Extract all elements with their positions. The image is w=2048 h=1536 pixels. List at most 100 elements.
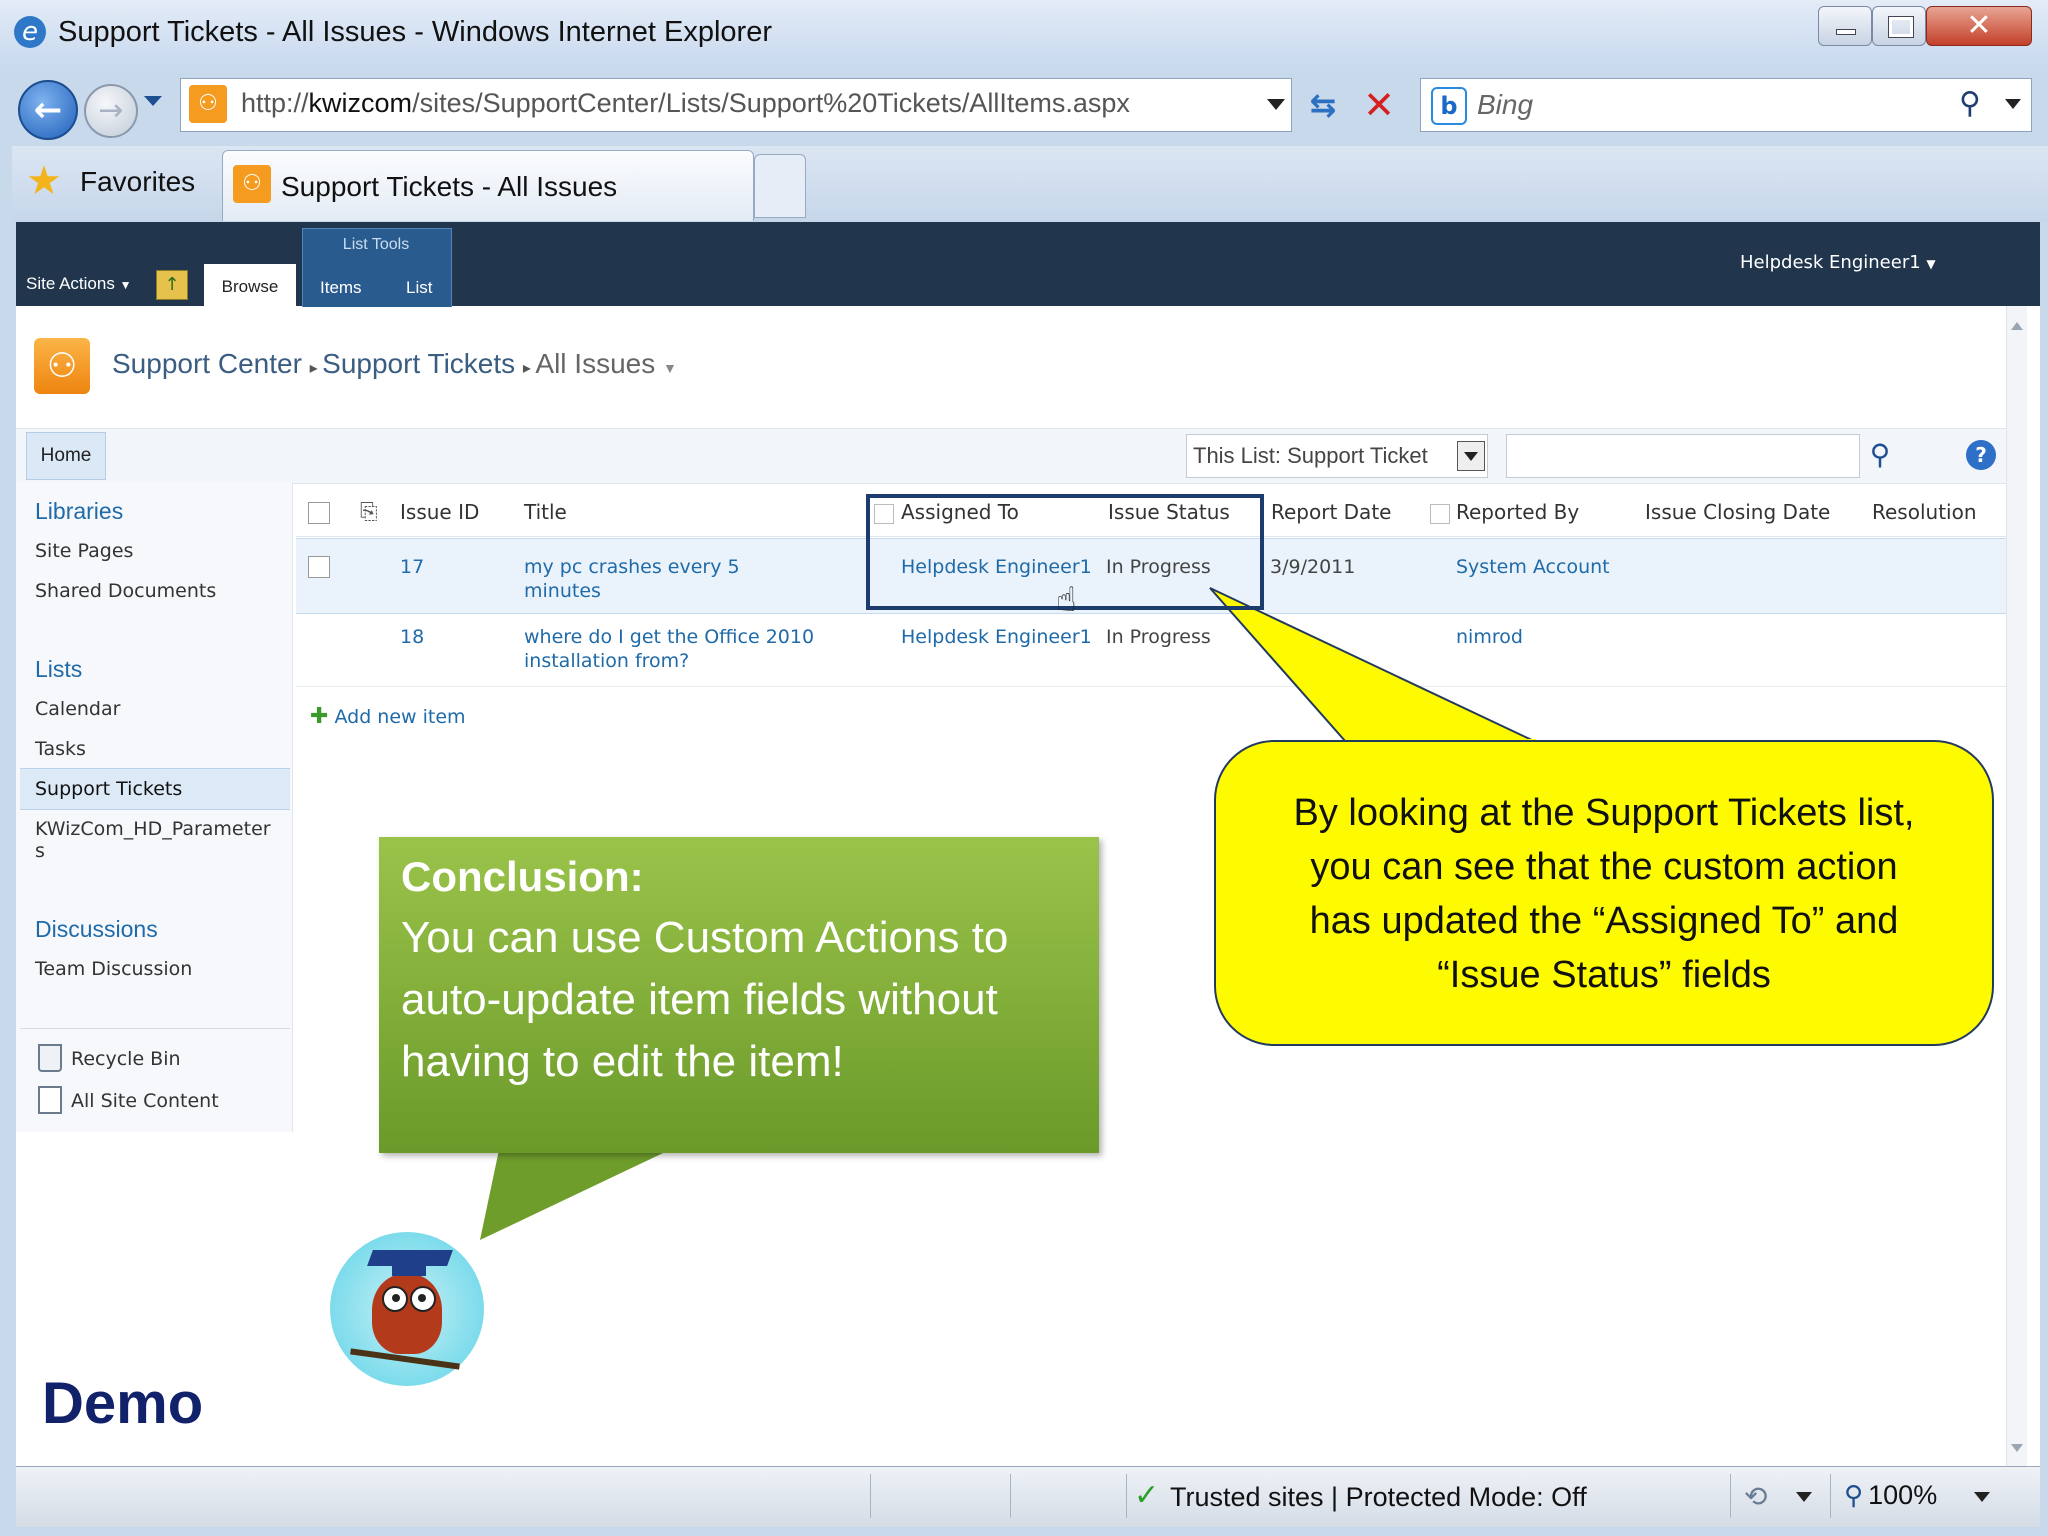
status-divider	[1730, 1474, 1731, 1518]
search-scope-select[interactable]: This List: Support Ticket	[1186, 434, 1488, 478]
protected-mode-dropdown-icon[interactable]	[1796, 1492, 1812, 1502]
zoom-level: 100%	[1868, 1480, 1938, 1510]
nav-item-team-discussion[interactable]: Team Discussion	[35, 958, 192, 980]
reported-by-value[interactable]: System Account	[1456, 556, 1610, 578]
column-header-reported-by[interactable]: Reported By	[1456, 500, 1579, 524]
zoom-dropdown-icon[interactable]	[1974, 1492, 1990, 1502]
tab-browse[interactable]: Browse	[204, 264, 296, 306]
issue-id[interactable]: 18	[400, 626, 424, 648]
minimize-button[interactable]	[1818, 6, 1872, 46]
url-scheme: http://	[241, 88, 309, 118]
search-scope-value: This List: Support Ticket	[1193, 443, 1428, 468]
nav-heading-discussions[interactable]: Discussions	[35, 916, 158, 943]
assigned-to-value[interactable]: Helpdesk Engineer1	[901, 626, 1092, 648]
scope-dropdown-icon[interactable]	[1457, 441, 1485, 471]
recent-pages-dropdown-icon[interactable]	[144, 96, 162, 106]
search-placeholder: Bing	[1477, 89, 1534, 120]
forward-arrow-icon: →	[98, 93, 124, 128]
view-dropdown-icon[interactable]: ▼	[663, 360, 677, 376]
green-callout-tail	[480, 1145, 680, 1240]
issue-title[interactable]: where do I get the Office 2010	[524, 626, 814, 648]
column-header-report-date[interactable]: Report Date	[1271, 500, 1391, 524]
address-dropdown-icon[interactable]	[1267, 99, 1285, 110]
tab-list[interactable]: List	[406, 278, 432, 298]
help-icon[interactable]: ?	[1966, 440, 1996, 470]
favorites-button[interactable]: ★ Favorites	[26, 156, 196, 212]
site-actions-menu[interactable]: Site Actions ▼	[26, 274, 131, 294]
nav-item-tasks[interactable]: Tasks	[35, 738, 86, 760]
nav-item-all-site-content[interactable]: All Site Content	[71, 1090, 219, 1112]
nav-item-site-pages[interactable]: Site Pages	[35, 540, 133, 562]
issue-title-wrap[interactable]: minutes	[524, 580, 601, 602]
nav-item-calendar[interactable]: Calendar	[35, 698, 120, 720]
breadcrumb-separator-icon: ▸	[309, 360, 323, 377]
nav-item-kwizcom-hd-parameters[interactable]: KWizCom_HD_Parameter	[35, 818, 271, 840]
issue-status-value: In Progress	[1106, 626, 1211, 648]
maximize-button[interactable]	[1872, 6, 1926, 46]
site-search-icon[interactable]: ⚲	[1860, 434, 1900, 476]
add-new-item-link[interactable]: ✚ Add new item	[310, 704, 466, 729]
reported-by-filter-checkbox[interactable]	[1430, 504, 1450, 524]
search-icon[interactable]: ⚲	[1959, 85, 1991, 123]
breadcrumb-site[interactable]: Support Center	[112, 348, 302, 379]
back-button[interactable]: ←	[18, 80, 78, 140]
vertical-scrollbar[interactable]	[2006, 306, 2027, 1466]
site-actions-label: Site Actions	[26, 274, 115, 293]
zoom-control[interactable]: ⚲ 100%	[1844, 1480, 1937, 1511]
new-tab-button[interactable]	[754, 154, 806, 218]
nav-heading-lists[interactable]: Lists	[35, 656, 82, 683]
nav-item-support-tickets[interactable]: Support Tickets	[35, 778, 182, 800]
column-header-resolution[interactable]: Resolution	[1872, 500, 1977, 524]
scroll-down-icon[interactable]	[2011, 1444, 2023, 1452]
issue-title[interactable]: my pc crashes every 5	[524, 556, 740, 578]
star-icon: ★	[26, 158, 62, 204]
breadcrumb: Support Center ▸ Support Tickets ▸ All I…	[112, 348, 677, 380]
site-logo-icon: ⚇	[34, 338, 90, 394]
attachment-column-icon: ⎘	[360, 500, 378, 525]
demo-label: Demo	[42, 1371, 204, 1436]
site-search-input[interactable]	[1506, 434, 1860, 478]
search-box[interactable]: b Bing ⚲	[1420, 78, 2032, 132]
explanation-line4: “Issue Status” fields	[1437, 954, 1771, 996]
address-url[interactable]: http://kwizcom/sites/SupportCenter/Lists…	[241, 88, 1130, 119]
bing-logo-icon: b	[1431, 87, 1467, 125]
tab-items[interactable]: Items	[320, 278, 362, 298]
nav-divider	[20, 1028, 290, 1029]
select-all-checkbox[interactable]	[308, 502, 330, 524]
refresh-button[interactable]: ⇆	[1298, 80, 1348, 130]
back-arrow-icon: ←	[33, 90, 63, 130]
tab-favicon-icon: ⚇	[233, 165, 271, 203]
column-header-title[interactable]: Title	[524, 500, 567, 524]
breadcrumb-view[interactable]: All Issues	[535, 348, 655, 379]
nav-item-shared-documents[interactable]: Shared Documents	[35, 580, 216, 602]
breadcrumb-list[interactable]: Support Tickets	[322, 348, 515, 379]
status-divider	[1126, 1474, 1127, 1518]
report-date-value: 3/9/2011	[1270, 556, 1356, 578]
security-zone-text[interactable]: Trusted sites | Protected Mode: Off	[1170, 1482, 1587, 1513]
search-dropdown-icon[interactable]	[2005, 99, 2021, 109]
row-checkbox[interactable]	[308, 556, 330, 578]
stop-button[interactable]: ✕	[1354, 80, 1404, 130]
navigate-up-icon[interactable]: ↑	[156, 270, 188, 300]
nav-heading-libraries[interactable]: Libraries	[35, 498, 123, 525]
tab-support-tickets[interactable]: ⚇ Support Tickets - All Issues	[222, 150, 754, 221]
conclusion-text-line1: You can use Custom Actions to	[401, 913, 1009, 962]
all-site-content-icon	[38, 1086, 62, 1114]
close-window-button[interactable]: ✕	[1926, 6, 2032, 46]
forward-button[interactable]: →	[84, 84, 138, 138]
nav-item-recycle-bin[interactable]: Recycle Bin	[71, 1048, 181, 1070]
window-title: Support Tickets - All Issues - Windows I…	[58, 16, 772, 48]
protected-mode-icon[interactable]: ⟲	[1744, 1480, 1767, 1513]
issue-title-wrap[interactable]: installation from?	[524, 650, 689, 672]
nav-item-kwizcom-hd-parameters-wrap[interactable]: s	[35, 840, 45, 862]
topnav-home[interactable]: Home	[26, 432, 106, 480]
address-bar[interactable]: ⚇ http://kwizcom/sites/SupportCenter/Lis…	[180, 78, 1292, 132]
column-header-issue-closing-date[interactable]: Issue Closing Date	[1645, 500, 1830, 524]
site-favicon-icon: ⚇	[189, 85, 227, 123]
scroll-up-icon[interactable]	[2011, 322, 2023, 330]
user-menu[interactable]: Helpdesk Engineer1 ▼	[1740, 252, 1936, 273]
column-header-issue-id[interactable]: Issue ID	[400, 500, 479, 524]
issue-id[interactable]: 17	[400, 556, 424, 578]
status-divider	[1010, 1474, 1011, 1518]
add-new-item-label: Add new item	[334, 706, 466, 728]
